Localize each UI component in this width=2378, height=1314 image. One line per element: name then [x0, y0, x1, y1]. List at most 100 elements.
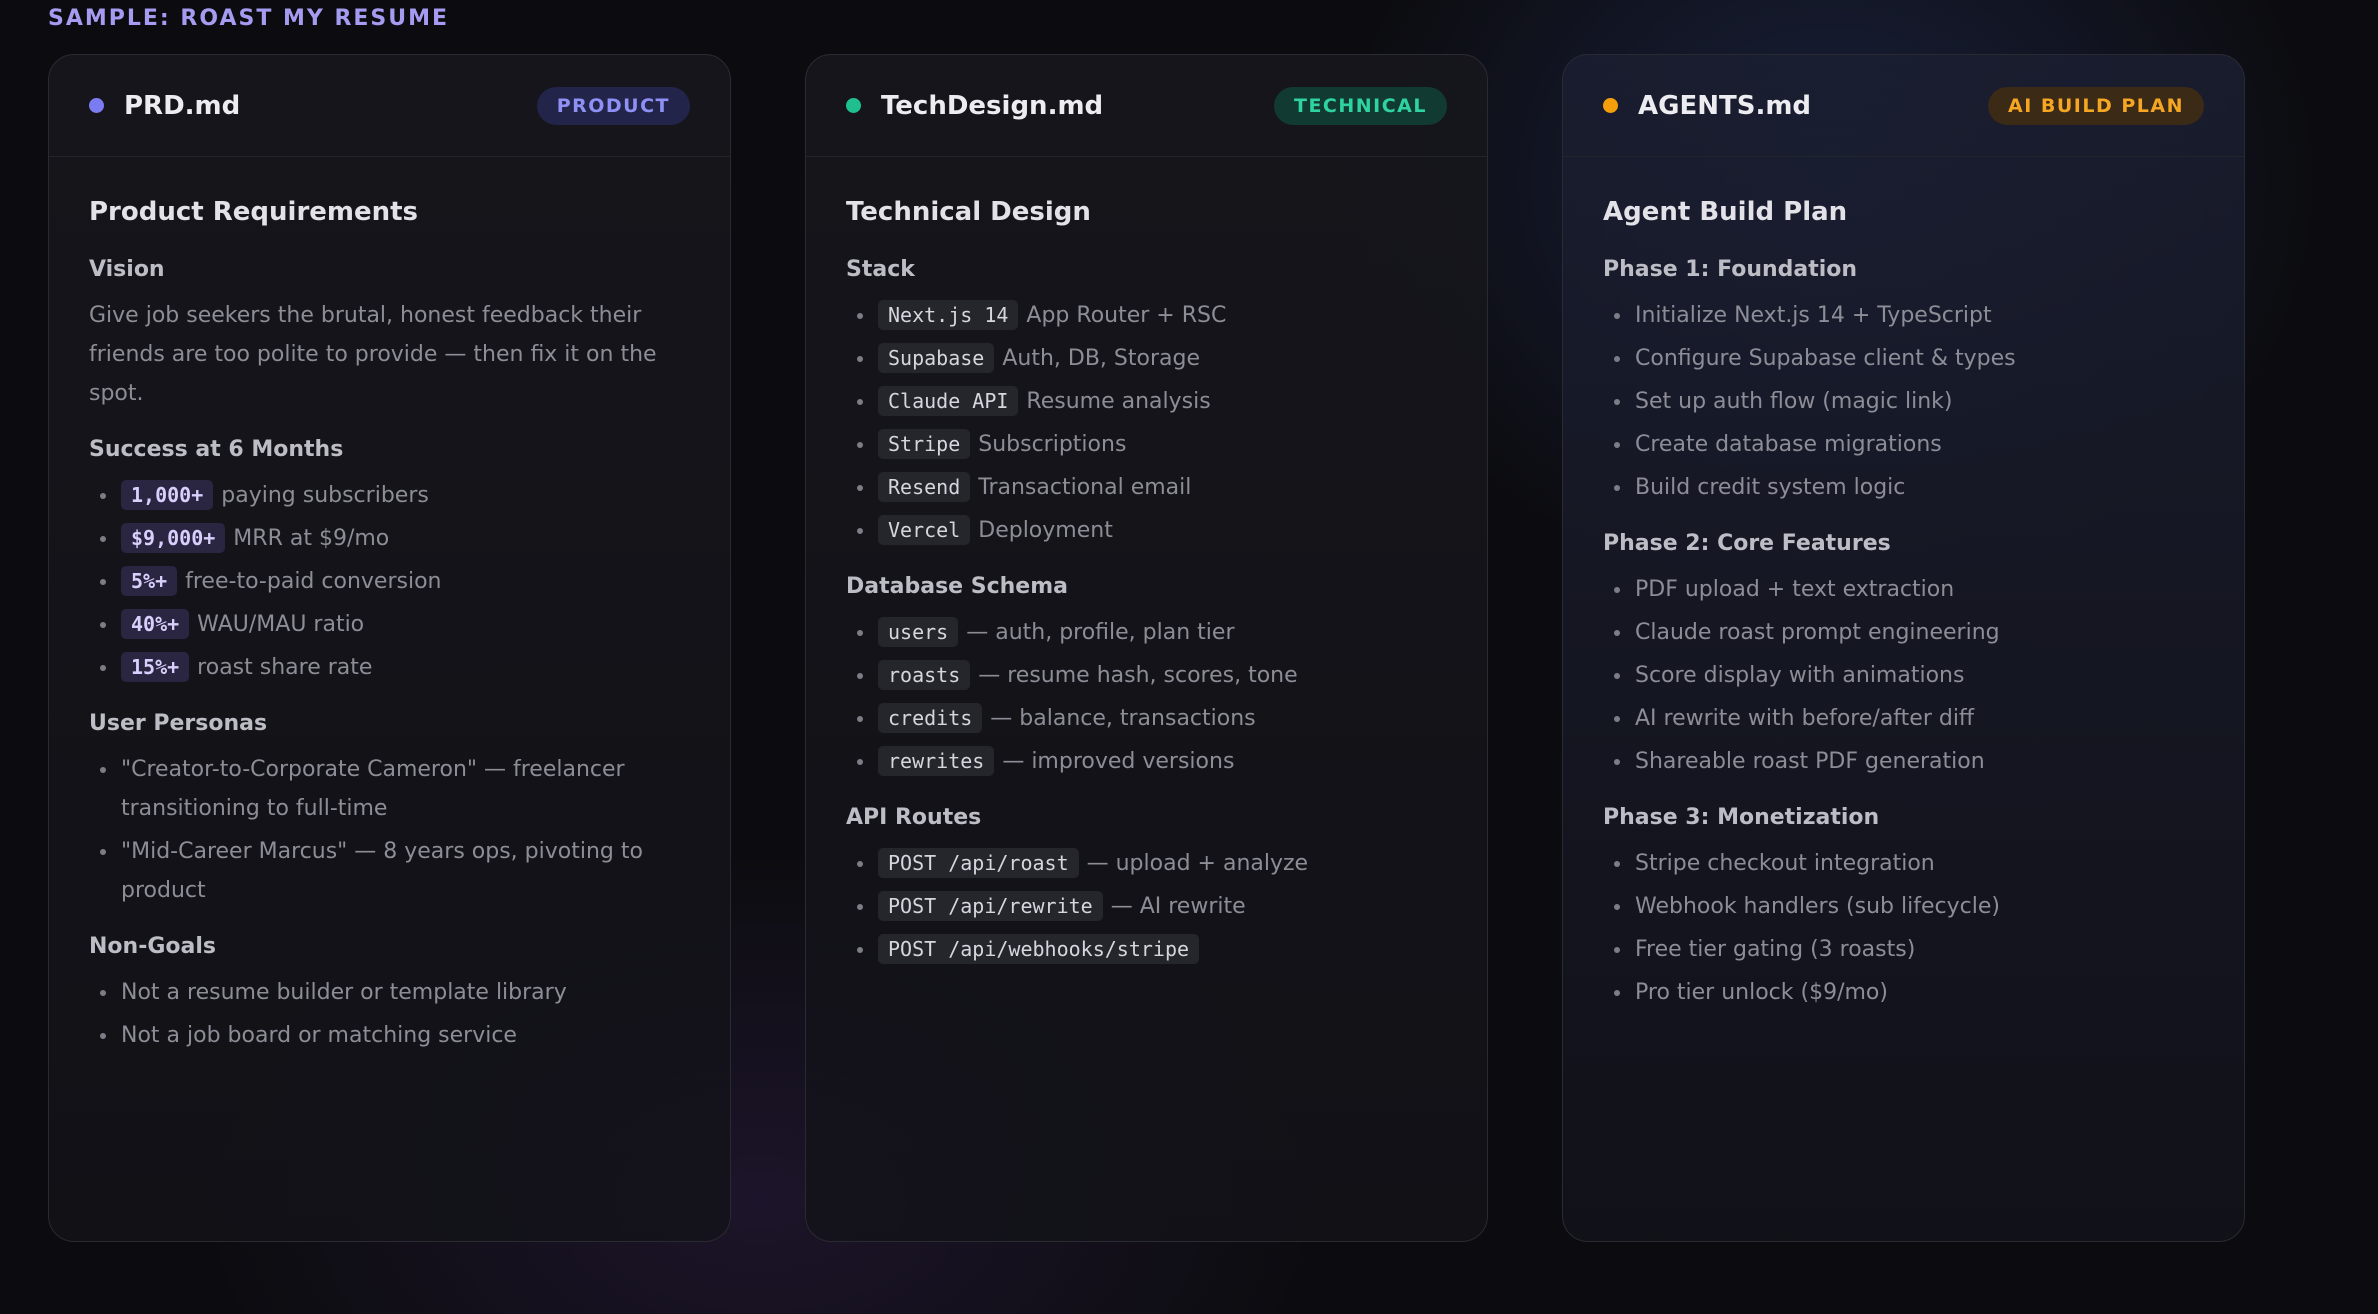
nongoals-list: Not a resume builder or template library… [89, 973, 690, 1055]
list-item: roasts — resume hash, scores, tone [846, 656, 1447, 695]
phase1-list: Initialize Next.js 14 + TypeScript Confi… [1603, 296, 2204, 507]
list-item: Vercel Deployment [846, 511, 1447, 550]
success-heading: Success at 6 Months [89, 437, 344, 462]
item-text: Resume analysis [1026, 389, 1211, 414]
list-item: Build credit system logic [1603, 468, 2204, 507]
list-item: Stripe Subscriptions [846, 425, 1447, 464]
phase1-heading: Phase 1: Foundation [1603, 257, 1858, 282]
item-text: Subscriptions [978, 432, 1127, 457]
list-item: Free tier gating (3 roasts) [1603, 930, 2204, 969]
list-item: Stripe checkout integration [1603, 844, 2204, 883]
routes-heading: API Routes [846, 805, 982, 830]
code-chip: Vercel [878, 515, 971, 545]
card-header: TechDesign.md TECHNICAL [806, 55, 1487, 157]
item-text: MRR at $9/mo [233, 526, 390, 551]
metric-code: $9,000+ [121, 523, 226, 553]
techdesign-card: TechDesign.md TECHNICAL Technical Design… [805, 54, 1488, 1242]
personas-list: "Creator-to-Corporate Cameron" — freelan… [89, 750, 690, 910]
list-item: Create database migrations [1603, 425, 2204, 464]
code-chip: Next.js 14 [878, 300, 1019, 330]
list-item: POST /api/roast — upload + analyze [846, 844, 1447, 883]
status-dot-icon [1603, 98, 1618, 113]
metric-code: 15%+ [121, 652, 190, 682]
technical-badge: TECHNICAL [1273, 86, 1447, 125]
item-text: WAU/MAU ratio [197, 612, 365, 637]
list-item: Pro tier unlock ($9/mo) [1603, 973, 2204, 1012]
section-title: Technical Design [846, 197, 1091, 227]
item-text: — resume hash, scores, tone [978, 663, 1298, 688]
status-dot-icon [846, 98, 861, 113]
item-text: App Router + RSC [1026, 303, 1227, 328]
list-item: PDF upload + text extraction [1603, 570, 2204, 609]
code-chip: roasts [878, 660, 971, 690]
item-text: roast share rate [197, 655, 373, 680]
code-chip: Resend [878, 472, 971, 502]
list-item: POST /api/rewrite — AI rewrite [846, 887, 1447, 926]
list-item: Shareable roast PDF generation [1603, 742, 2204, 781]
stack-heading: Stack [846, 257, 915, 282]
item-text: — improved versions [1002, 749, 1235, 774]
list-item: Not a resume builder or template library [89, 973, 690, 1012]
section-title: Agent Build Plan [1603, 197, 1848, 227]
product-badge: PRODUCT [536, 86, 690, 125]
nongoals-heading: Non-Goals [89, 934, 216, 959]
phase2-list: PDF upload + text extraction Claude roas… [1603, 570, 2204, 781]
metric-code: 1,000+ [121, 480, 214, 510]
ai-build-plan-badge: AI BUILD PLAN [1988, 86, 2204, 125]
code-chip: Stripe [878, 429, 971, 459]
list-item: Configure Supabase client & types [1603, 339, 2204, 378]
item-text: — upload + analyze [1086, 851, 1309, 876]
code-chip: Supabase [878, 343, 995, 373]
schema-heading: Database Schema [846, 574, 1068, 599]
list-item: 1,000+ paying subscribers [89, 476, 690, 515]
list-item: 40%+ WAU/MAU ratio [89, 605, 690, 644]
list-item: "Mid-Career Marcus" — 8 years ops, pivot… [89, 832, 690, 910]
item-text: — auth, profile, plan tier [966, 620, 1235, 645]
list-item: users — auth, profile, plan tier [846, 613, 1447, 652]
success-list: 1,000+ paying subscribers $9,000+ MRR at $… [89, 476, 690, 687]
list-item: Score display with animations [1603, 656, 2204, 695]
vision-heading: Vision [89, 257, 165, 282]
list-item: Initialize Next.js 14 + TypeScript [1603, 296, 2204, 335]
list-item: $9,000+ MRR at $9/mo [89, 519, 690, 558]
list-item: rewrites — improved versions [846, 742, 1447, 781]
item-text: paying subscribers [221, 483, 429, 508]
item-text: — balance, transactions [990, 706, 1256, 731]
agents-card: AGENTS.md AI BUILD PLAN Agent Build Plan… [1562, 54, 2245, 1242]
card-header: AGENTS.md AI BUILD PLAN [1563, 55, 2244, 157]
list-item: Claude API Resume analysis [846, 382, 1447, 421]
section-title: Product Requirements [89, 197, 419, 227]
list-item: AI rewrite with before/after diff [1603, 699, 2204, 738]
status-dot-icon [89, 98, 104, 113]
code-chip: users [878, 617, 959, 647]
file-name: TechDesign.md [881, 90, 1104, 121]
list-item: Set up auth flow (magic link) [1603, 382, 2204, 421]
stack-list: Next.js 14 App Router + RSC Supabase Auth,… [846, 296, 1447, 550]
code-chip: rewrites [878, 746, 995, 776]
item-text: free-to-paid conversion [185, 569, 442, 594]
file-name: PRD.md [124, 90, 241, 121]
list-item: Webhook handlers (sub lifecycle) [1603, 887, 2204, 926]
metric-code: 40%+ [121, 609, 190, 639]
code-chip: POST /api/webhooks/stripe [878, 934, 1200, 964]
personas-heading: User Personas [89, 711, 268, 736]
code-chip: POST /api/roast [878, 848, 1079, 878]
list-item: Next.js 14 App Router + RSC [846, 296, 1447, 335]
prd-card: PRD.md PRODUCT Product Requirements Visi… [48, 54, 731, 1242]
phase3-heading: Phase 3: Monetization [1603, 805, 1880, 830]
list-item: Supabase Auth, DB, Storage [846, 339, 1447, 378]
list-item: POST /api/webhooks/stripe [846, 930, 1447, 969]
phase2-heading: Phase 2: Core Features [1603, 531, 1891, 556]
metric-code: 5%+ [121, 566, 178, 596]
list-item: Not a job board or matching service [89, 1016, 690, 1055]
code-chip: POST /api/rewrite [878, 891, 1103, 921]
list-item: 5%+ free-to-paid conversion [89, 562, 690, 601]
file-name: AGENTS.md [1638, 90, 1812, 121]
card-header: PRD.md PRODUCT [49, 55, 730, 157]
list-item: credits — balance, transactions [846, 699, 1447, 738]
phase3-list: Stripe checkout integration Webhook hand… [1603, 844, 2204, 1012]
list-item: "Creator-to-Corporate Cameron" — freelan… [89, 750, 690, 828]
item-text: Auth, DB, Storage [1002, 346, 1200, 371]
schema-list: users — auth, profile, plan tier roasts — … [846, 613, 1447, 781]
sample-label: SAMPLE: ROAST MY RESUME [48, 6, 450, 31]
